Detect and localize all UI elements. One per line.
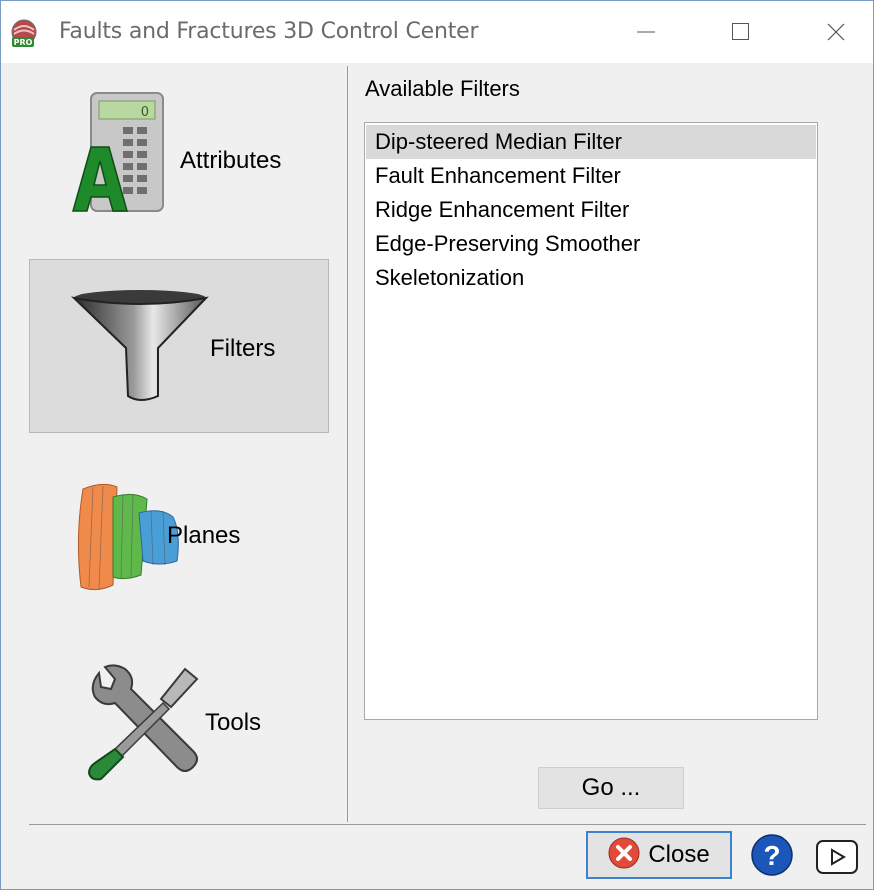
maximize-icon xyxy=(731,22,751,42)
sidebar-item-label: Filters xyxy=(210,335,276,362)
play-video-button[interactable] xyxy=(813,835,865,879)
footer-divider xyxy=(29,824,866,825)
close-button[interactable]: Close xyxy=(586,831,732,879)
title-bar: PRO Faults and Fractures 3D Control Cent… xyxy=(1,1,873,63)
sidebar-divider xyxy=(347,66,348,822)
list-item[interactable]: Skeletonization xyxy=(366,261,816,295)
list-item[interactable]: Fault Enhancement Filter xyxy=(366,159,816,193)
go-button[interactable]: Go ... xyxy=(538,767,684,809)
calculator-icon: 0 xyxy=(69,89,169,224)
sidebar-item-tools[interactable]: Tools xyxy=(29,635,329,809)
close-x-icon xyxy=(608,837,640,874)
help-button[interactable]: ? xyxy=(747,831,797,879)
play-icon xyxy=(813,840,865,883)
help-icon: ? xyxy=(747,834,797,883)
minimize-icon xyxy=(636,22,656,42)
window-close-button[interactable] xyxy=(801,1,871,63)
sidebar-item-planes[interactable]: Planes xyxy=(29,447,329,621)
list-item[interactable]: Dip-steered Median Filter xyxy=(366,125,816,159)
tools-icon xyxy=(85,663,205,788)
list-item[interactable]: Ridge Enhancement Filter xyxy=(366,193,816,227)
close-button-label: Close xyxy=(648,841,710,868)
svg-text:PRO: PRO xyxy=(14,38,33,47)
close-icon xyxy=(826,22,846,42)
sidebar-item-filters[interactable]: Filters xyxy=(29,259,329,433)
list-item[interactable]: Edge-Preserving Smoother xyxy=(366,227,816,261)
sidebar-item-label: Tools xyxy=(205,709,262,736)
funnel-icon xyxy=(70,288,210,413)
panel-title: Available Filters xyxy=(365,76,520,101)
svg-text:?: ? xyxy=(763,840,780,871)
control-center-window: PRO Faults and Fractures 3D Control Cent… xyxy=(0,0,874,890)
app-icon: PRO xyxy=(9,19,43,49)
sidebar-item-attributes[interactable]: 0 Attributes xyxy=(29,75,329,249)
sidebar-item-label: Attributes xyxy=(180,147,282,174)
filter-list[interactable]: Dip-steered Median Filter Fault Enhancem… xyxy=(364,122,818,720)
maximize-button[interactable] xyxy=(706,1,776,63)
sidebar-item-label: Planes xyxy=(167,522,241,549)
minimize-button[interactable] xyxy=(611,1,681,63)
svg-text:0: 0 xyxy=(141,105,149,120)
window-title: Faults and Fractures 3D Control Center xyxy=(59,19,479,44)
